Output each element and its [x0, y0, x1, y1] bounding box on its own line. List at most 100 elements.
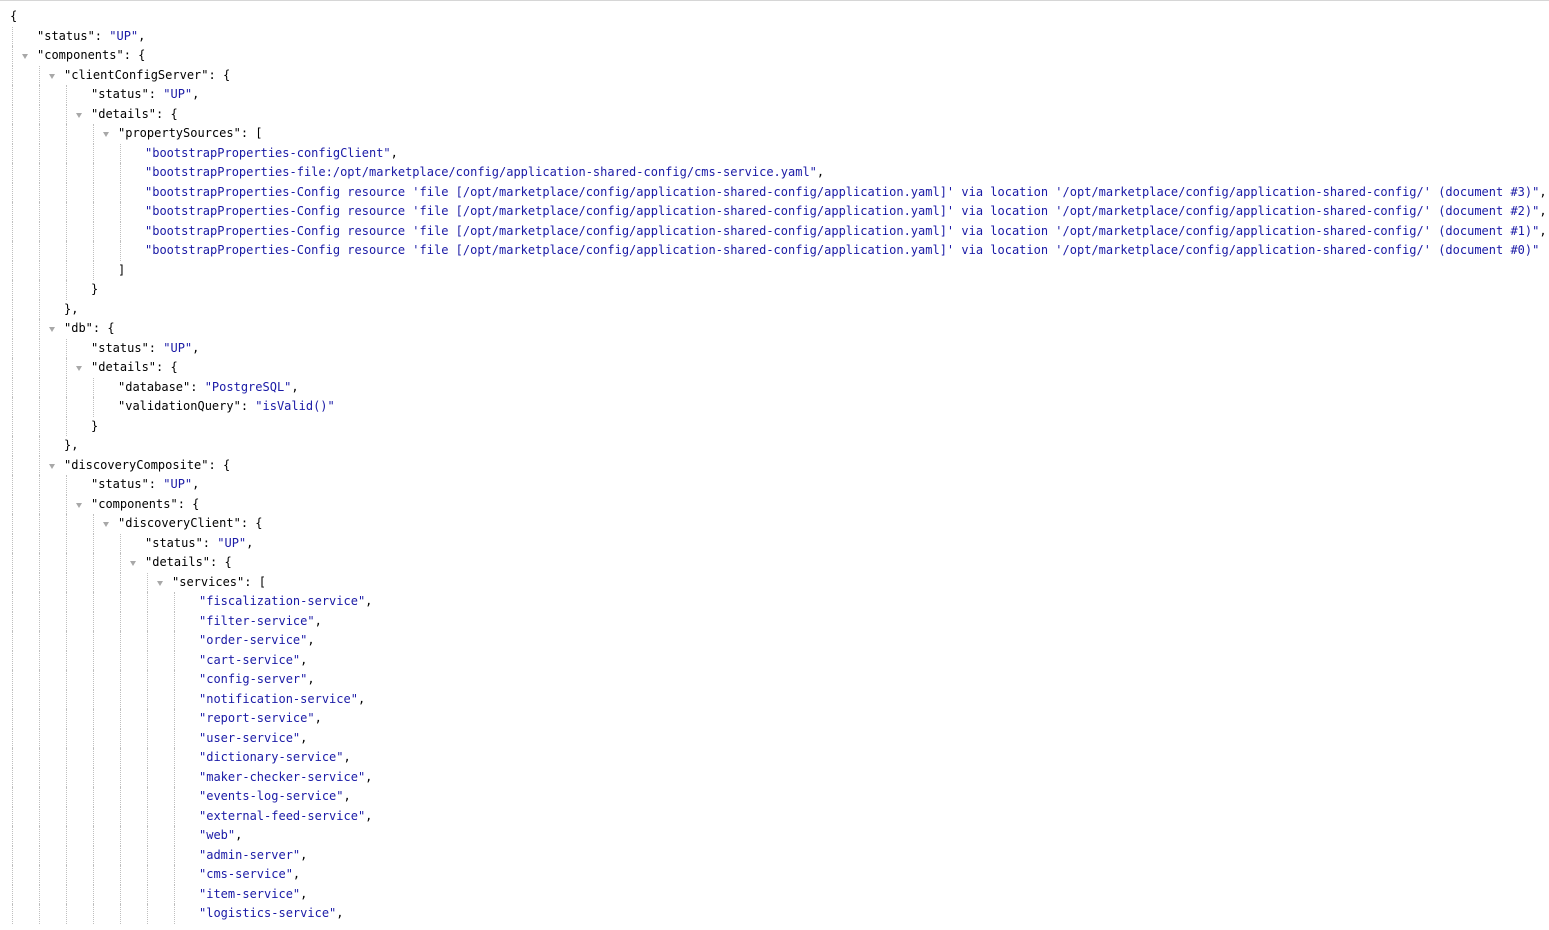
indent-guide	[66, 338, 67, 358]
indent-guide	[12, 611, 13, 631]
indent-guide	[66, 884, 67, 904]
collapse-toggle-icon[interactable]	[76, 112, 82, 118]
collapse-toggle-icon[interactable]	[76, 502, 82, 508]
json-string-value: "UP"	[217, 535, 247, 550]
json-key: "details"	[145, 555, 211, 569]
indent-guide	[93, 572, 94, 592]
json-punctuation: ,	[357, 691, 366, 706]
json-string-value: "user-service"	[199, 730, 301, 745]
json-punctuation: ,	[300, 652, 308, 667]
collapse-toggle-icon[interactable]	[103, 522, 109, 527]
json-punctuation: : {	[156, 360, 178, 374]
indent-guide	[147, 709, 148, 729]
indent-guide	[39, 904, 40, 924]
indent-guide	[12, 572, 13, 592]
indent-guide	[39, 748, 40, 768]
indent-guide	[12, 319, 13, 339]
json-string-value: "notification-service"	[199, 691, 358, 706]
indent-guide	[39, 533, 40, 553]
json-line: "db": {	[0, 319, 1549, 339]
indent-guide	[147, 826, 148, 846]
json-key: "database"	[118, 379, 191, 394]
indent-guide	[174, 826, 175, 846]
json-key: "status"	[37, 28, 95, 43]
json-punctuation: : [	[244, 574, 266, 589]
indent-guide	[12, 826, 13, 846]
indent-guide	[66, 124, 67, 144]
json-string-value: "UP"	[109, 28, 139, 43]
indent-guide	[12, 241, 13, 261]
json-punctuation: : {	[177, 496, 200, 511]
indent-guide	[66, 475, 67, 495]
collapse-toggle-icon[interactable]	[22, 54, 28, 59]
indent-guide	[120, 865, 121, 885]
json-string-value: "admin-server"	[199, 847, 301, 862]
collapse-toggle-icon[interactable]	[157, 580, 163, 586]
json-punctuation: : {	[210, 555, 232, 569]
indent-guide	[12, 124, 13, 144]
indent-guide	[147, 767, 148, 787]
collapse-toggle-icon[interactable]	[49, 463, 55, 469]
collapse-toggle-icon[interactable]	[103, 132, 109, 137]
json-line: "details": {	[0, 358, 1549, 378]
json-string-value: "bootstrapProperties-configClient"	[145, 145, 391, 160]
collapse-toggle-icon[interactable]	[49, 327, 55, 332]
json-punctuation: },	[64, 438, 79, 452]
json-punctuation: ,	[343, 789, 351, 803]
indent-guide	[39, 728, 40, 748]
indent-guide	[12, 787, 13, 807]
indent-guide	[147, 904, 148, 924]
json-key: "services"	[172, 574, 245, 589]
indent-guide	[93, 221, 94, 241]
json-line-content: "db": {	[64, 319, 115, 339]
indent-guide	[120, 592, 121, 612]
collapse-toggle-icon[interactable]	[49, 73, 55, 79]
indent-guide	[66, 806, 67, 826]
json-punctuation: ,	[343, 750, 351, 764]
indent-guide	[93, 845, 94, 865]
indent-guide	[39, 787, 40, 807]
json-line-content: },	[64, 436, 78, 456]
indent-guide	[12, 689, 13, 709]
indent-guide	[12, 514, 13, 534]
json-line-content: "config-server",	[199, 670, 315, 690]
collapse-toggle-icon[interactable]	[130, 561, 136, 566]
indent-guide	[39, 689, 40, 709]
indent-guide	[174, 709, 175, 729]
json-line-content: ]	[118, 261, 125, 281]
json-line: }	[0, 416, 1549, 436]
indent-guide	[12, 260, 13, 280]
json-punctuation: ,	[292, 867, 301, 881]
json-punctuation: ,	[300, 886, 308, 901]
collapse-toggle-icon[interactable]	[76, 366, 82, 371]
json-line-content: "logistics-service",	[199, 904, 344, 924]
indent-guide	[120, 241, 121, 261]
indent-guide	[120, 689, 121, 709]
indent-guide	[39, 631, 40, 651]
indent-guide	[39, 553, 40, 573]
indent-guide	[39, 202, 40, 222]
indent-guide	[120, 709, 121, 729]
json-line: "web",	[0, 826, 1549, 846]
indent-guide	[66, 748, 67, 768]
json-punctuation: ,	[307, 672, 315, 686]
json-string-value: "UP"	[163, 340, 193, 355]
json-line-content: "notification-service",	[199, 690, 365, 710]
indent-guide	[93, 124, 94, 144]
indent-guide	[66, 826, 67, 846]
json-punctuation: : {	[208, 67, 231, 82]
indent-guide	[93, 709, 94, 729]
indent-guide	[66, 143, 67, 163]
json-string-value: "config-server"	[199, 672, 308, 686]
json-key: "discoveryComposite"	[64, 457, 209, 472]
json-punctuation: ,	[314, 711, 322, 725]
json-line: "cms-service",	[0, 865, 1549, 885]
indent-guide	[39, 182, 40, 202]
indent-guide	[120, 670, 121, 690]
indent-guide	[39, 338, 40, 358]
indent-guide	[12, 884, 13, 904]
indent-guide	[120, 611, 121, 631]
indent-guide	[12, 221, 13, 241]
top-border	[0, 0, 1549, 1]
json-punctuation: ,	[816, 165, 825, 179]
